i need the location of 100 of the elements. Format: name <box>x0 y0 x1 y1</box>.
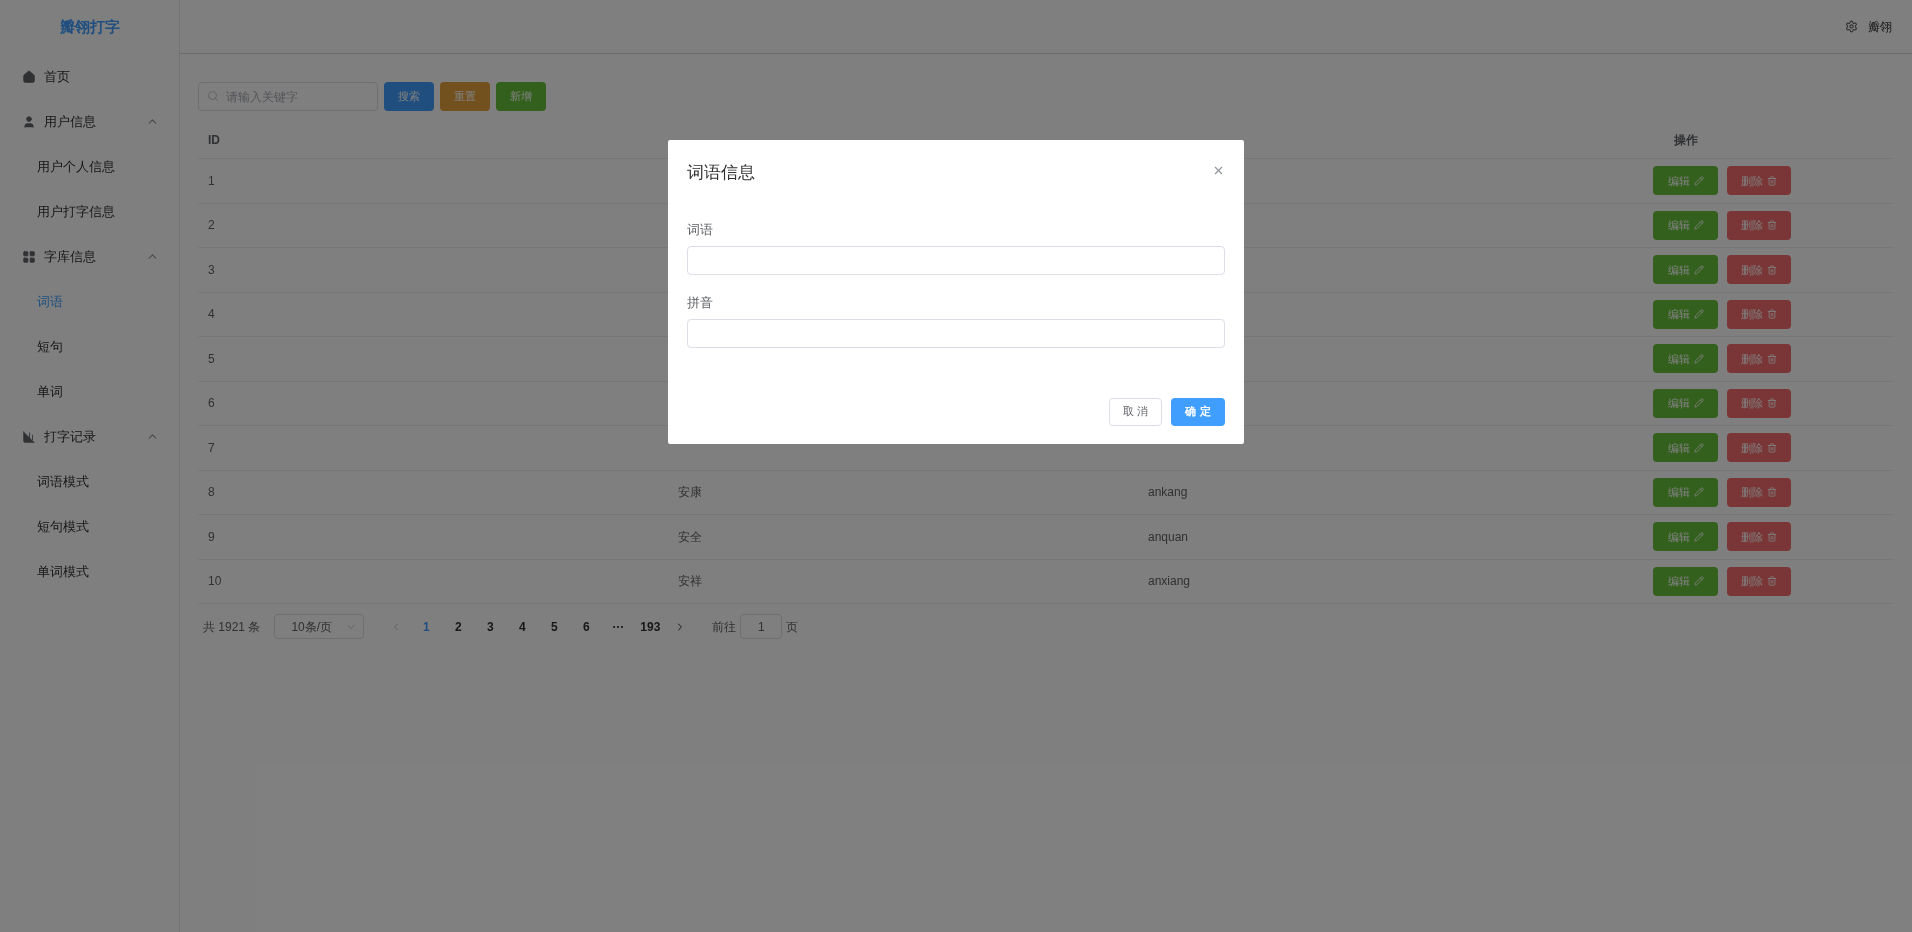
sidebar-item[interactable]: 字库信息 <box>0 234 179 279</box>
page-number[interactable]: 2 <box>442 614 475 639</box>
total-count: 共 1921 条 <box>203 618 261 636</box>
table-cell: 3 <box>208 262 215 277</box>
page-size-select[interactable]: 10条/页 <box>274 614 365 639</box>
trash-icon <box>1767 531 1777 542</box>
table-cell: 安康 <box>678 485 702 500</box>
page-number[interactable]: 193 <box>634 614 667 639</box>
field-label: 拼音 <box>687 293 714 312</box>
settings-icon[interactable] <box>1845 20 1858 33</box>
delete-button[interactable]: 删除 <box>1727 477 1791 507</box>
table-cell: 1 <box>208 173 215 188</box>
delete-button[interactable]: 删除 <box>1727 166 1791 196</box>
delete-button[interactable]: 删除 <box>1727 299 1791 329</box>
pencil-icon <box>1693 353 1704 364</box>
sidebar-subitem[interactable]: 词语 <box>0 279 179 324</box>
sidebar-subitem[interactable]: 单词模式 <box>0 549 179 594</box>
search-icon <box>207 90 219 102</box>
text-field[interactable] <box>687 245 1225 275</box>
edit-button[interactable]: 编辑 <box>1653 344 1718 374</box>
table-cell: 2 <box>208 218 215 233</box>
sidebar-subitem[interactable]: 单词 <box>0 369 179 414</box>
trash-icon <box>1767 220 1777 231</box>
sidebar-subitem[interactable]: 短句 <box>0 324 179 369</box>
trash-icon <box>1767 175 1777 186</box>
pencil-icon <box>1693 487 1704 498</box>
edit-button[interactable]: 编辑 <box>1653 433 1718 463</box>
edit-button[interactable]: 编辑 <box>1653 477 1718 507</box>
edit-button[interactable]: 编辑 <box>1653 210 1718 240</box>
delete-button[interactable]: 删除 <box>1727 255 1791 285</box>
text-field[interactable] <box>687 318 1225 348</box>
trash-icon <box>1767 264 1777 275</box>
table-cell: 安祥 <box>678 574 702 589</box>
page-number[interactable]: 5 <box>538 614 571 639</box>
bar-chart-icon <box>22 429 36 444</box>
column-header: ID <box>207 131 221 149</box>
edit-button[interactable]: 编辑 <box>1653 388 1718 418</box>
page-number[interactable]: 6 <box>570 614 603 639</box>
edit-button[interactable]: 编辑 <box>1653 166 1718 196</box>
edit-button[interactable]: 编辑 <box>1653 522 1718 552</box>
table-cell: anquan <box>1148 529 1189 544</box>
grid-icon <box>22 249 36 264</box>
table-cell: 7 <box>208 440 215 455</box>
user-icon <box>22 114 36 129</box>
app-logo: 瓣翎打字 <box>58 16 121 37</box>
page-number[interactable]: ··· <box>602 614 635 639</box>
table-cell: ankang <box>1148 485 1188 500</box>
edit-button[interactable]: 编辑 <box>1653 255 1718 285</box>
table-cell: 5 <box>208 351 215 366</box>
pencil-icon <box>1693 220 1704 231</box>
sidebar-item[interactable]: 用户信息 <box>0 99 179 144</box>
trash-icon <box>1767 309 1777 320</box>
user-name[interactable]: 瓣翎 <box>1868 17 1892 36</box>
goto-suffix: 页 <box>786 618 799 636</box>
trash-icon <box>1767 487 1777 498</box>
pencil-icon <box>1693 309 1704 320</box>
search-button[interactable]: 搜索 <box>384 82 434 111</box>
page-number[interactable]: 3 <box>474 614 507 639</box>
trash-icon <box>1767 576 1777 587</box>
add-button[interactable]: 新增 <box>496 82 546 111</box>
edit-button[interactable]: 编辑 <box>1653 566 1718 596</box>
delete-button[interactable]: 删除 <box>1727 566 1791 596</box>
table-cell: 8 <box>208 485 215 500</box>
sidebar-subitem[interactable]: 短句模式 <box>0 504 179 549</box>
goto-label: 前往 <box>712 618 737 636</box>
sidebar-item[interactable]: 打字记录 <box>0 414 179 459</box>
edit-button[interactable]: 编辑 <box>1653 299 1718 329</box>
cancel-button[interactable]: 取 消 <box>1109 397 1162 426</box>
column-header: 操作 <box>1673 131 1699 149</box>
trash-icon <box>1767 442 1777 453</box>
pencil-icon <box>1693 442 1704 453</box>
sidebar-subitem[interactable]: 词语模式 <box>0 459 179 504</box>
trash-icon <box>1767 398 1777 409</box>
delete-button[interactable]: 删除 <box>1727 388 1791 418</box>
dialog-title: 词语信息 <box>687 162 755 184</box>
trash-icon <box>1767 353 1777 364</box>
reset-button[interactable]: 重置 <box>440 82 490 111</box>
pencil-icon <box>1693 175 1704 186</box>
table-cell: 安全 <box>678 529 702 544</box>
sidebar-subitem[interactable]: 用户打字信息 <box>0 189 179 234</box>
table-cell: anxiang <box>1148 574 1191 589</box>
confirm-button[interactable]: 确 定 <box>1171 397 1225 426</box>
home-icon <box>22 69 36 84</box>
table-cell: 4 <box>208 307 215 322</box>
page-input[interactable]: 1 <box>740 614 783 639</box>
pencil-icon <box>1693 398 1704 409</box>
field-label: 词语 <box>687 220 714 239</box>
sidebar-item[interactable]: 首页 <box>0 54 179 99</box>
table-cell: 9 <box>208 529 215 544</box>
delete-button[interactable]: 删除 <box>1727 433 1791 463</box>
page-number[interactable]: 1 <box>410 614 443 639</box>
page-number[interactable]: 4 <box>506 614 539 639</box>
table-cell: 6 <box>208 396 215 411</box>
delete-button[interactable]: 删除 <box>1727 210 1791 240</box>
delete-button[interactable]: 删除 <box>1727 344 1791 374</box>
close-icon[interactable] <box>1212 164 1225 177</box>
pencil-icon <box>1693 576 1704 587</box>
sidebar-subitem[interactable]: 用户个人信息 <box>0 144 179 189</box>
delete-button[interactable]: 删除 <box>1727 522 1791 552</box>
pencil-icon <box>1693 264 1704 275</box>
